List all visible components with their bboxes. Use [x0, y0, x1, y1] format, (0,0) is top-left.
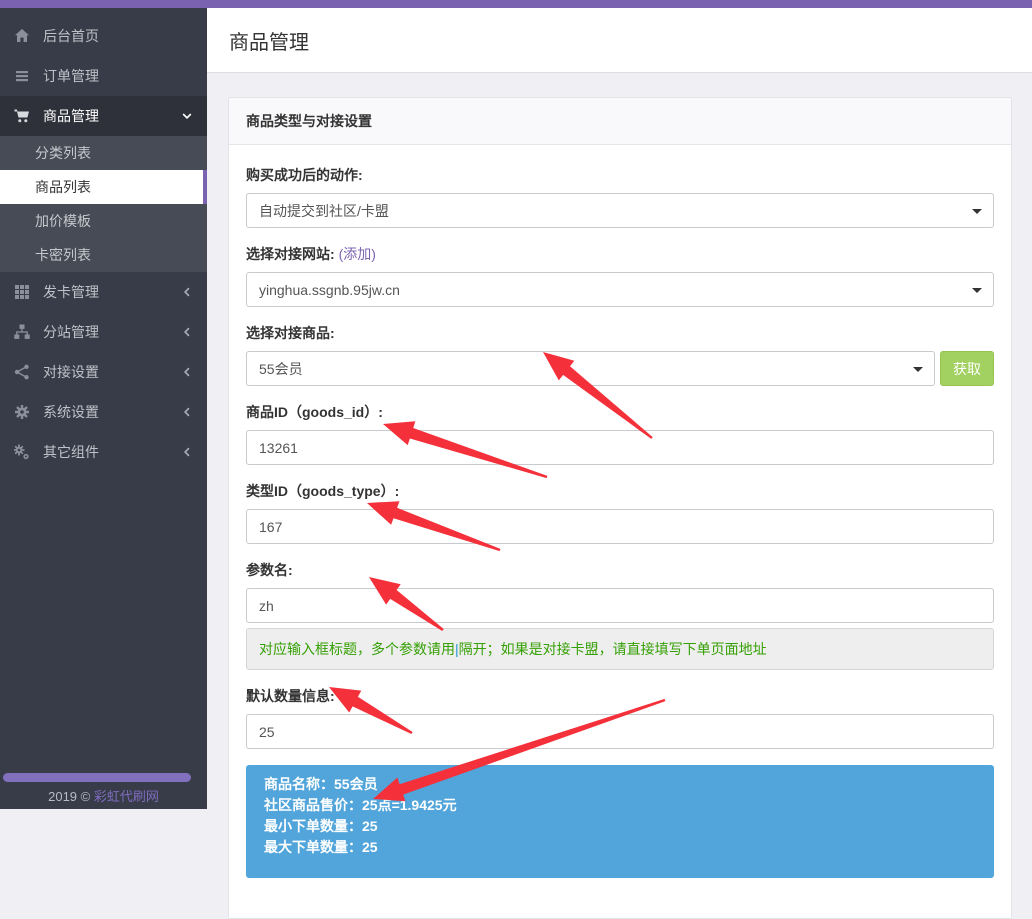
- default-qty-label: 默认数量信息:: [246, 686, 994, 706]
- group-goods-id: 商品ID（goods_id）:: [246, 402, 994, 465]
- goods-type-input[interactable]: [246, 509, 994, 544]
- site-link[interactable]: 彩虹代刷网: [94, 789, 159, 804]
- grid-icon: [14, 284, 30, 300]
- goods-select[interactable]: 55会员: [246, 351, 935, 386]
- sidebar-subitem-加价模板[interactable]: 加价模板: [0, 204, 207, 238]
- sidebar-item-label: 系统设置: [43, 402, 99, 422]
- share-icon: [14, 364, 30, 380]
- sidebar-item-label: 分站管理: [43, 322, 99, 342]
- goods-label: 选择对接商品:: [246, 323, 994, 343]
- goods-id-label: 商品ID（goods_id）:: [246, 402, 994, 422]
- page-header: 商品管理: [207, 8, 1032, 73]
- site-label: 选择对接网站: (添加): [246, 244, 994, 264]
- sidebar-scroll-pill[interactable]: [3, 773, 191, 782]
- chevron-left-icon: [181, 366, 193, 378]
- fetch-button[interactable]: 获取: [940, 351, 994, 386]
- sidebar-item-label: 对接设置: [43, 362, 99, 382]
- info-line: 最小下单数量：25: [264, 816, 976, 837]
- group-param-name: 参数名: 对应输入框标题，多个参数请用|隔开；如果是对接卡盟，请直接填写下单页面…: [246, 560, 994, 670]
- group-default-qty: 默认数量信息:: [246, 686, 994, 749]
- chevron-left-icon: [181, 406, 193, 418]
- goods-select-value: 55会员: [259, 359, 303, 379]
- group-goods: 选择对接商品: 55会员 获取: [246, 323, 994, 386]
- main-area: 商品管理 商品类型与对接设置 购买成功后的动作: 自动提交到社区/卡盟 选择对接…: [207, 8, 1032, 809]
- copyright-text: 2019 ©: [48, 789, 90, 804]
- default-qty-input[interactable]: [246, 714, 994, 749]
- gear-icon: [14, 404, 30, 420]
- sidebar-item-7[interactable]: 其它组件: [0, 432, 207, 472]
- sidebar-item-5[interactable]: 对接设置: [0, 352, 207, 392]
- param-name-input[interactable]: [246, 588, 994, 623]
- param-name-label: 参数名:: [246, 560, 994, 580]
- group-goods-type: 类型ID（goods_type）:: [246, 481, 994, 544]
- page-title: 商品管理: [229, 26, 309, 55]
- chevron-down-icon: [181, 110, 193, 122]
- cart-icon: [14, 108, 30, 124]
- home-icon: [14, 28, 30, 44]
- settings-card: 商品类型与对接设置 购买成功后的动作: 自动提交到社区/卡盟 选择对接网站: (…: [228, 97, 1012, 919]
- sidebar-item-2[interactable]: 商品管理: [0, 96, 207, 136]
- sidebar-subitem-分类列表[interactable]: 分类列表: [0, 136, 207, 170]
- chevron-left-icon: [181, 446, 193, 458]
- goods-type-label: 类型ID（goods_type）:: [246, 481, 994, 501]
- caret-down-icon: [913, 367, 923, 372]
- sidebar-item-3[interactable]: 发卡管理: [0, 272, 207, 312]
- chevron-left-icon: [181, 326, 193, 338]
- sidebar-item-0[interactable]: 后台首页: [0, 16, 207, 56]
- action-label: 购买成功后的动作:: [246, 165, 994, 185]
- site-select-value: yinghua.ssgnb.95jw.cn: [259, 282, 400, 298]
- info-line: 社区商品售价：25点=1.9425元: [264, 795, 976, 816]
- sidebar-nav: 后台首页订单管理商品管理分类列表商品列表加价模板卡密列表发卡管理分站管理对接设置…: [0, 8, 207, 472]
- sidebar-item-label: 订单管理: [43, 66, 99, 86]
- top-accent-bar: [0, 0, 1032, 8]
- param-hint: 对应输入框标题，多个参数请用|隔开；如果是对接卡盟，请直接填写下单页面地址: [246, 628, 994, 670]
- sidebar-item-6[interactable]: 系统设置: [0, 392, 207, 432]
- info-line: 最大下单数量：25: [264, 837, 976, 858]
- sitemap-icon: [14, 324, 30, 340]
- sidebar-footer: 2019 © 彩虹代刷网: [0, 786, 207, 805]
- card-body: 购买成功后的动作: 自动提交到社区/卡盟 选择对接网站: (添加) yinghu…: [229, 145, 1011, 918]
- sidebar-submenu: 分类列表商品列表加价模板卡密列表: [0, 136, 207, 272]
- sidebar-item-label: 后台首页: [43, 26, 99, 46]
- sidebar-item-label: 其它组件: [43, 442, 99, 462]
- sidebar-subitem-卡密列表[interactable]: 卡密列表: [0, 238, 207, 272]
- action-select-value: 自动提交到社区/卡盟: [259, 201, 389, 221]
- group-action: 购买成功后的动作: 自动提交到社区/卡盟: [246, 165, 994, 228]
- caret-down-icon: [972, 209, 982, 214]
- list-icon: [14, 68, 30, 84]
- card-title: 商品类型与对接设置: [229, 98, 1011, 145]
- sidebar-item-4[interactable]: 分站管理: [0, 312, 207, 352]
- add-site-link[interactable]: (添加): [339, 246, 376, 262]
- info-line: 商品名称：55会员: [264, 774, 976, 795]
- site-select[interactable]: yinghua.ssgnb.95jw.cn: [246, 272, 994, 307]
- sidebar-item-label: 发卡管理: [43, 282, 99, 302]
- sidebar-subitem-商品列表[interactable]: 商品列表: [0, 170, 207, 204]
- chevron-left-icon: [181, 286, 193, 298]
- sidebar-item-1[interactable]: 订单管理: [0, 56, 207, 96]
- gears-icon: [14, 444, 30, 460]
- goods-info-box: 商品名称：55会员社区商品售价：25点=1.9425元最小下单数量：25最大下单…: [246, 765, 994, 878]
- action-select[interactable]: 自动提交到社区/卡盟: [246, 193, 994, 228]
- sidebar-item-label: 商品管理: [43, 106, 99, 126]
- goods-id-input[interactable]: [246, 430, 994, 465]
- sidebar: 后台首页订单管理商品管理分类列表商品列表加价模板卡密列表发卡管理分站管理对接设置…: [0, 8, 207, 809]
- caret-down-icon: [972, 288, 982, 293]
- group-site: 选择对接网站: (添加) yinghua.ssgnb.95jw.cn: [246, 244, 994, 307]
